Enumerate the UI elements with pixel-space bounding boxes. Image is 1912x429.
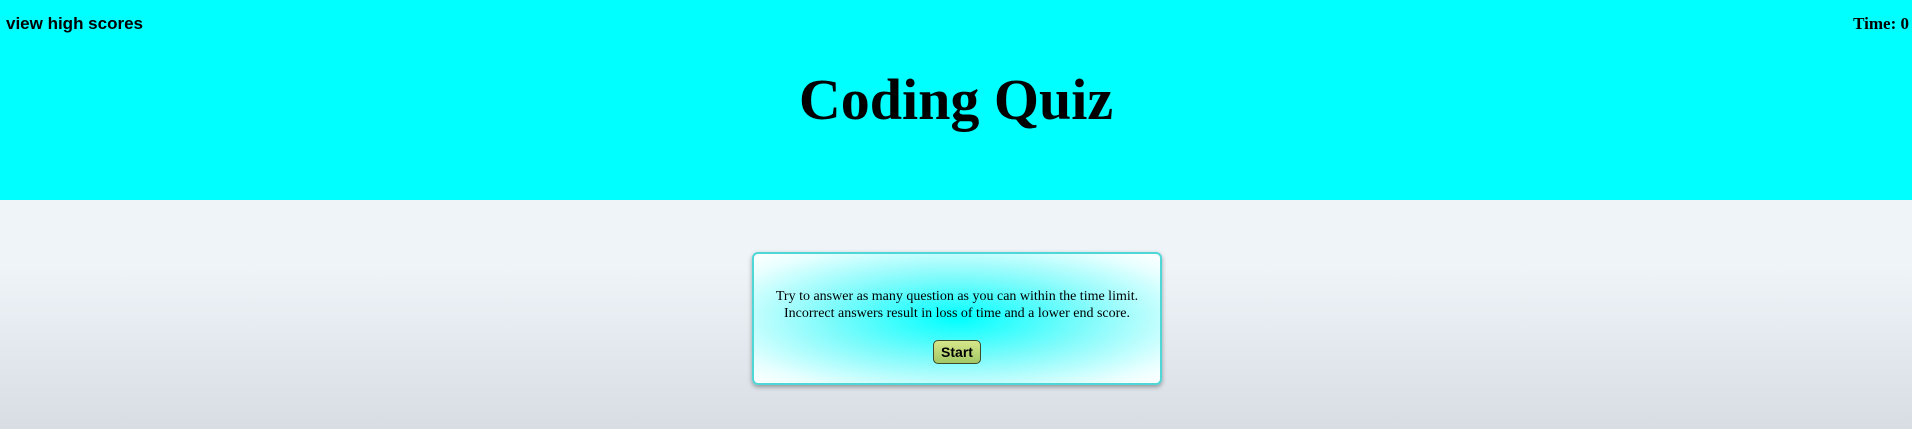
page-title: Coding Quiz	[798, 67, 1114, 132]
view-high-scores-link[interactable]: view high scores	[6, 14, 143, 34]
start-button[interactable]: Start	[933, 340, 981, 364]
instructions-line-1: Try to answer as many question as you ca…	[775, 289, 1139, 304]
instructions-line-2: Incorrect answers result in loss of time…	[784, 306, 1130, 321]
timer-display: Time: 0	[1853, 14, 1909, 33]
quiz-intro-card: Try to answer as many question as you ca…	[752, 252, 1162, 385]
page-header: view high scores Time: 0 Coding Quiz	[0, 0, 1912, 200]
quiz-instructions: Try to answer as many question as you ca…	[760, 288, 1154, 322]
